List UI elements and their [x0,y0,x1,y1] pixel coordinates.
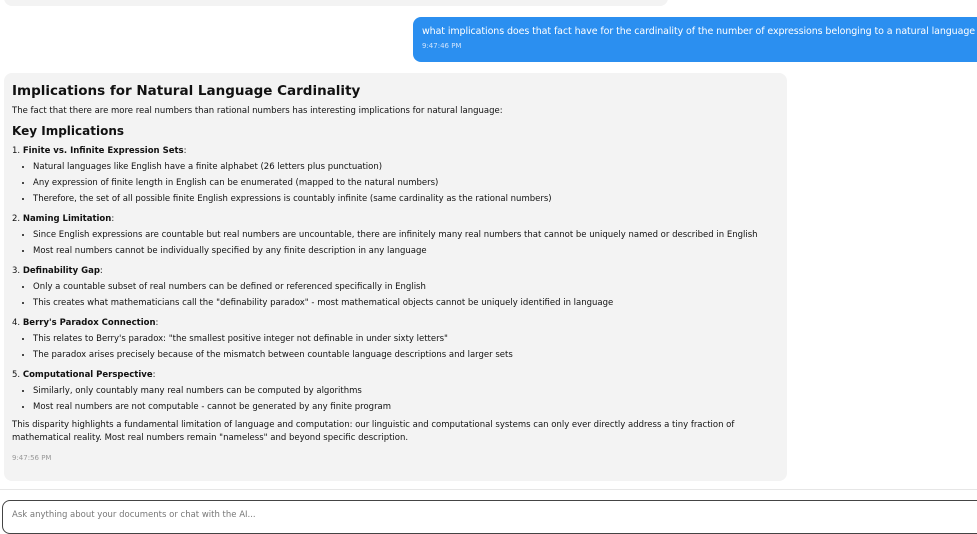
assistant-message-timestamp: 9:47:56 PM [12,454,52,462]
bullet-list: This relates to Berry's paradox: "the sm… [12,331,779,363]
response-intro: The fact that there are more real number… [12,106,503,116]
implication-section: 3. Definability Gap: Only a countable su… [12,263,779,311]
list-item: Most real numbers are not computable - c… [33,399,779,415]
list-item: This creates what mathematicians call th… [33,295,779,311]
list-item: Most real numbers cannot be individually… [33,243,779,259]
response-subtitle: Key Implications [12,124,125,138]
user-message-text: what implications does that fact have fo… [422,26,977,37]
list-item: Therefore, the set of all possible finit… [33,191,779,207]
user-message-timestamp: 9:47:46 PM [422,42,462,50]
implication-section: 2. Naming Limitation: Since English expr… [12,211,779,259]
list-item: The paradox arises precisely because of … [33,347,779,363]
list-item: Any expression of finite length in Engli… [33,175,779,191]
assistant-message-bubble: Implications for Natural Language Cardin… [4,73,787,481]
response-title: Implications for Natural Language Cardin… [12,83,361,99]
list-item: Since English expressions are countable … [33,227,779,243]
bullet-list: Natural languages like English have a fi… [12,159,779,207]
bullet-list: Similarly, only countably many real numb… [12,383,779,415]
list-item: Similarly, only countably many real numb… [33,383,779,399]
user-message-bubble: what implications does that fact have fo… [413,17,977,62]
previous-message-bubble [4,0,668,6]
chat-composer[interactable] [2,500,977,534]
section-heading: 5. Computational Perspective: [12,370,156,380]
composer-divider [0,489,977,490]
response-conclusion: This disparity highlights a fundamental … [12,420,735,443]
implication-section: 1. Finite vs. Infinite Expression Sets: … [12,143,779,207]
section-heading: 4. Berry's Paradox Connection: [12,318,159,328]
section-heading: 2. Naming Limitation: [12,214,115,224]
bullet-list: Only a countable subset of real numbers … [12,279,779,311]
implication-section: 4. Berry's Paradox Connection: This rela… [12,315,779,363]
list-item: Natural languages like English have a fi… [33,159,779,175]
list-item: This relates to Berry's paradox: "the sm… [33,331,779,347]
list-item: Only a countable subset of real numbers … [33,279,779,295]
implication-section: 5. Computational Perspective: Similarly,… [12,367,779,415]
bullet-list: Since English expressions are countable … [12,227,779,259]
section-heading: 3. Definability Gap: [12,266,103,276]
section-heading: 1. Finite vs. Infinite Expression Sets: [12,146,187,156]
